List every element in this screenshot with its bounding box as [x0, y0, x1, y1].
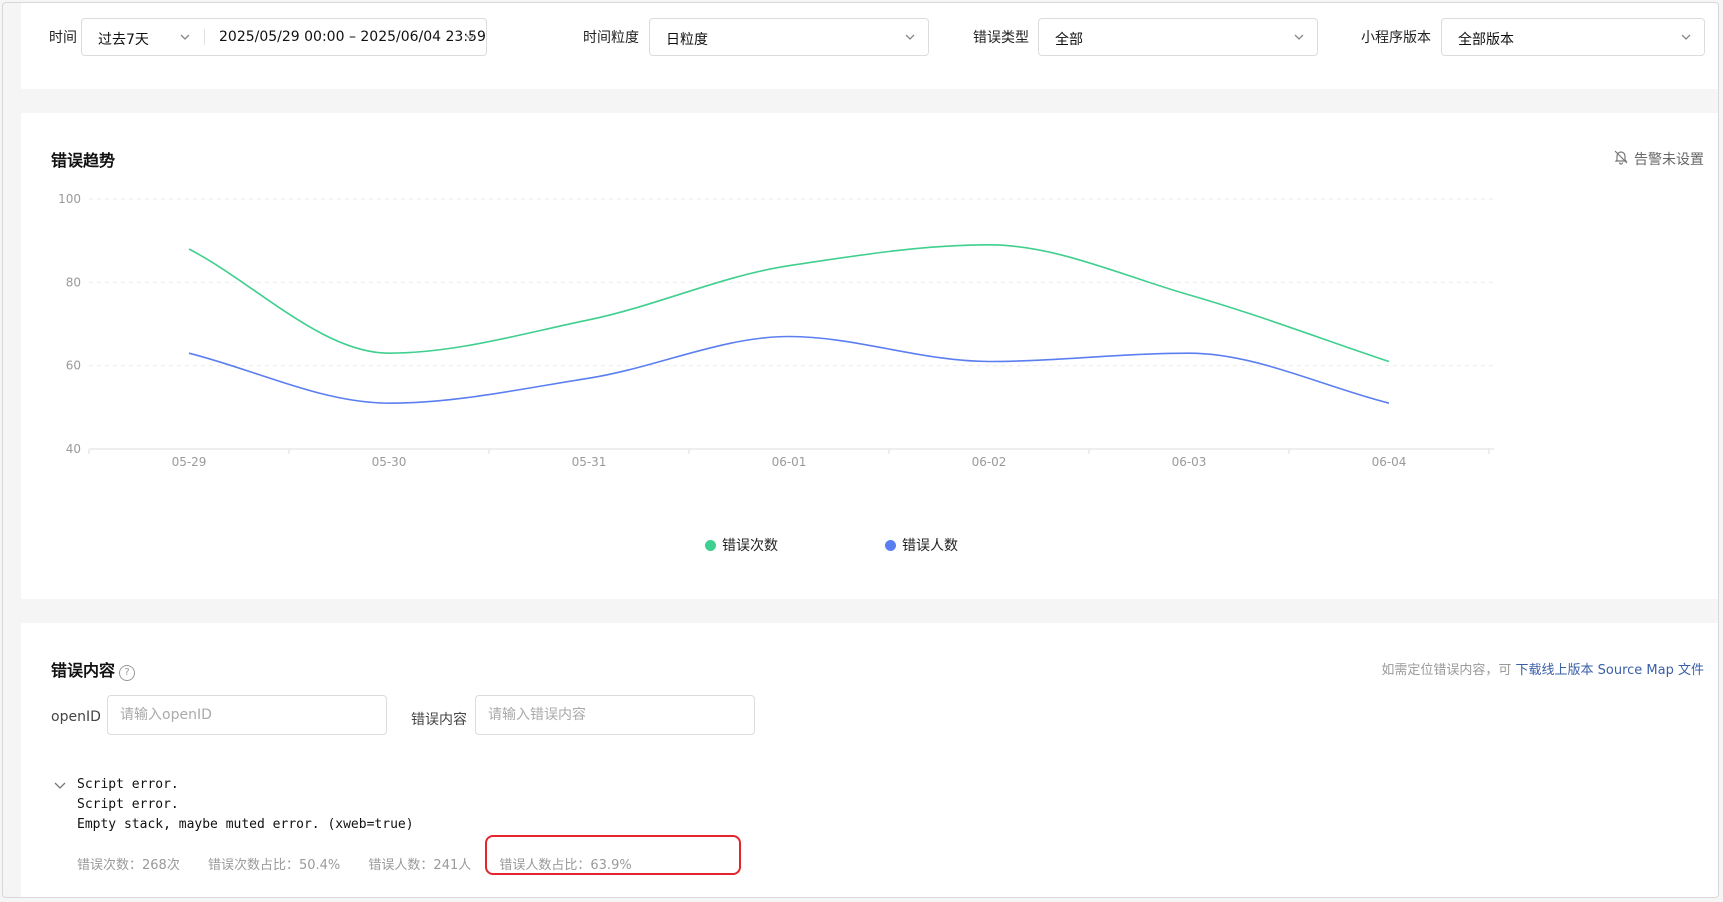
- x-tick-label: 05-31: [572, 455, 607, 469]
- time-range-preset[interactable]: 过去7天: [98, 29, 149, 49]
- granularity-value[interactable]: 日粒度: [666, 29, 708, 49]
- openid-input[interactable]: [107, 695, 387, 735]
- legend-item-error-count[interactable]: 错误次数: [705, 535, 778, 555]
- y-tick-label: 100: [58, 192, 81, 206]
- time-range-value[interactable]: 2025/05/29 00:00 – 2025/06/04 23:59: [219, 29, 486, 45]
- openid-label: openID: [51, 709, 101, 725]
- page-frame: 时间 过去7天 2025/05/29 00:00 – 2025/06/04 23…: [2, 2, 1719, 898]
- error-type-select[interactable]: 全部: [1038, 18, 1318, 56]
- chevron-down-icon[interactable]: [1293, 31, 1305, 43]
- y-tick-label: 40: [66, 442, 81, 456]
- version-select[interactable]: 全部版本: [1441, 18, 1705, 56]
- series-line-1: [188, 335, 1390, 404]
- y-tick-label: 60: [66, 359, 81, 373]
- content-label: 错误内容: [411, 712, 467, 728]
- x-tick-label: 06-04: [1372, 455, 1407, 469]
- error-content-title: 错误内容?: [51, 657, 136, 681]
- granularity-label: 时间粒度: [583, 30, 639, 46]
- x-tick-label: 06-01: [772, 455, 807, 469]
- chevron-down-icon[interactable]: [179, 31, 191, 43]
- chevron-down-icon[interactable]: [904, 31, 916, 43]
- help-icon[interactable]: ?: [119, 665, 136, 681]
- chevron-down-icon[interactable]: [1680, 31, 1692, 43]
- highlight-box: [485, 835, 741, 875]
- error-count-ratio: 错误次数占比：50.4%: [207, 858, 341, 873]
- filter-bar: 时间 过去7天 2025/05/29 00:00 – 2025/06/04 23…: [21, 3, 1718, 89]
- error-content-card: 错误内容? 如需定位错误内容，可 下载线上版本 Source Map 文件 op…: [21, 623, 1718, 897]
- time-range-select[interactable]: 过去7天 2025/05/29 00:00 – 2025/06/04 23:59: [81, 18, 487, 56]
- chevron-down-icon[interactable]: [464, 31, 476, 43]
- error-users: 错误人数：241人: [368, 858, 472, 873]
- error-message: Script error. Script error. Empty stack,…: [77, 777, 414, 832]
- legend-label: 错误人数: [902, 538, 958, 554]
- error-type-label: 错误类型: [973, 30, 1029, 46]
- source-map-hint: 如需定位错误内容，可 下载线上版本 Source Map 文件: [1381, 659, 1704, 678]
- y-tick-label: 80: [66, 275, 81, 289]
- legend-dot: [705, 539, 716, 551]
- legend-item-error-users[interactable]: 错误人数: [885, 535, 958, 555]
- x-tick-label: 05-29: [172, 455, 207, 469]
- x-tick-label: 05-30: [372, 455, 407, 469]
- version-value[interactable]: 全部版本: [1458, 29, 1514, 49]
- chevron-down-icon[interactable]: [53, 777, 67, 791]
- error-type-value[interactable]: 全部: [1055, 29, 1083, 49]
- error-content-title-text: 错误内容: [51, 661, 116, 680]
- time-label: 时间: [49, 30, 77, 46]
- error-trend-card: 错误趋势 告警未设置 40 60 80 100 05-29 05-30 05-31 06-01…: [21, 113, 1718, 599]
- series-line-0: [188, 244, 1390, 363]
- version-label: 小程序版本: [1361, 30, 1431, 46]
- trend-chart: 40 60 80 100 05-29 05-30 05-31 06-01 06-02 06-03 0…: [58, 192, 1494, 469]
- legend-dot: [885, 539, 896, 551]
- error-count: 错误次数：268次: [77, 858, 180, 873]
- legend-label: 错误次数: [722, 538, 778, 554]
- divider: [204, 29, 205, 45]
- x-tick-label: 06-03: [1172, 455, 1207, 469]
- download-source-map-link[interactable]: 下载线上版本 Source Map 文件: [1516, 663, 1704, 678]
- x-tick-label: 06-02: [972, 455, 1007, 469]
- hint-text: 如需定位错误内容，可: [1381, 663, 1512, 678]
- error-content-input[interactable]: [475, 695, 755, 735]
- granularity-select[interactable]: 日粒度: [649, 18, 929, 56]
